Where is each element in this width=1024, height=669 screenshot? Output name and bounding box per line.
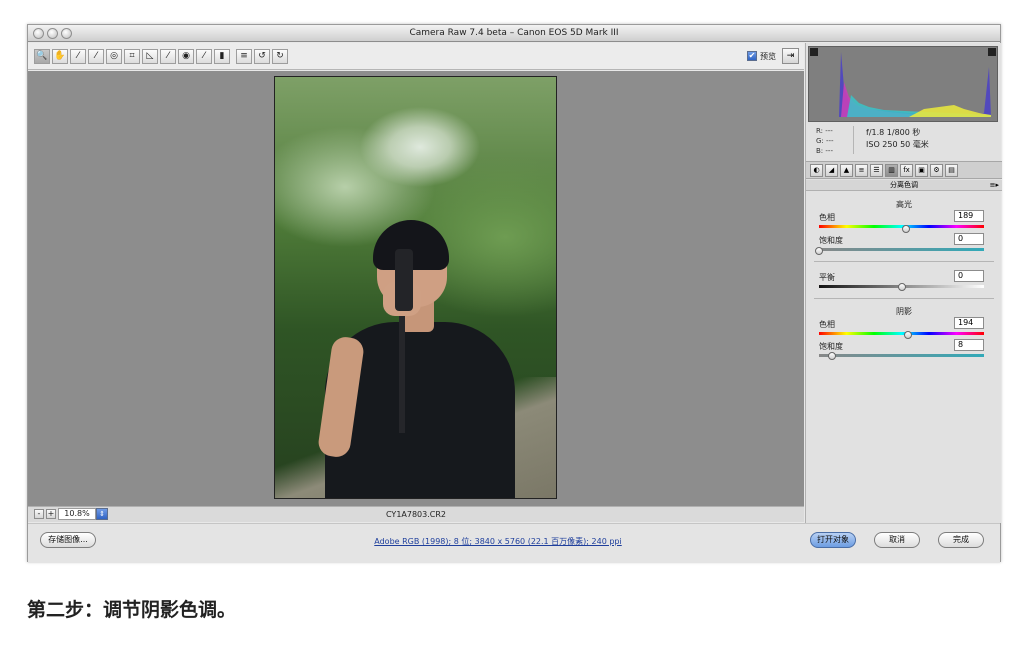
preferences-tool-button[interactable]: ≡ bbox=[236, 49, 252, 64]
highlights-saturation-thumb[interactable] bbox=[815, 247, 823, 255]
close-window-button[interactable] bbox=[33, 28, 44, 39]
highlights-section-label: 高光 bbox=[896, 200, 912, 209]
histogram-graph bbox=[839, 52, 991, 117]
status-bar: - + 10.8% ⇕ CY1A7803.CR2 bbox=[28, 506, 804, 522]
adjustment-panel-tabs: ◐ ◢ ▲ ≡ ☰ ▥ fx ▣ ⚙ ▤ bbox=[806, 161, 1002, 179]
rotate-left-tool-button[interactable]: ↺ bbox=[254, 49, 270, 64]
red-readout: R: --- bbox=[816, 127, 833, 135]
balance-slider[interactable] bbox=[819, 283, 984, 291]
exif-info: f/1.8 1/800 秒 ISO 250 50 毫米 bbox=[866, 127, 929, 151]
green-readout: G: --- bbox=[816, 137, 834, 145]
highlight-clipping-warning-icon[interactable] bbox=[988, 48, 996, 56]
save-image-button[interactable]: 存储图像... bbox=[40, 532, 96, 548]
image-canvas[interactable] bbox=[28, 71, 804, 506]
aperture-shutter-info: f/1.8 1/800 秒 bbox=[866, 128, 921, 137]
shadows-section-label: 阴影 bbox=[896, 307, 912, 316]
rotate-right-tool-button[interactable]: ↻ bbox=[272, 49, 288, 64]
toolbar: ✔ 预览 ⇥ 🔍 ✋ ⁄ ⁄ ◎ ⌗ ◺ ⁄ ◉ ⁄ ▮ ≡ ↺ ↻ bbox=[28, 43, 804, 70]
shadows-hue-slider[interactable] bbox=[819, 331, 984, 339]
straighten-tool-button[interactable]: ◺ bbox=[142, 49, 158, 64]
blue-readout: B: --- bbox=[816, 147, 833, 155]
balance-thumb[interactable] bbox=[897, 283, 906, 291]
panel-tab-2[interactable]: ◢ bbox=[825, 164, 838, 177]
panel-header: 分离色调 ≡▸ bbox=[806, 180, 1002, 191]
highlights-hue-thumb[interactable] bbox=[901, 225, 910, 233]
section-divider bbox=[814, 298, 994, 299]
panel-tab-10[interactable]: ▤ bbox=[945, 164, 958, 177]
panel-tab-7[interactable]: fx bbox=[900, 164, 913, 177]
file-name: CY1A7803.CR2 bbox=[385, 510, 447, 519]
fullscreen-toggle-button[interactable]: ⇥ bbox=[782, 48, 799, 64]
histogram-yellow-channel bbox=[909, 105, 991, 117]
section-divider bbox=[814, 261, 994, 262]
info-divider bbox=[853, 126, 854, 154]
balance-label: 平衡 bbox=[819, 273, 835, 282]
crop-tool-button[interactable]: ⌗ bbox=[124, 49, 140, 64]
photo-preview bbox=[274, 76, 557, 499]
panel-tab-5[interactable]: ☰ bbox=[870, 164, 883, 177]
camera-raw-window: Camera Raw 7.4 beta – Canon EOS 5D Mark … bbox=[27, 24, 1002, 563]
photo-camera-strap bbox=[399, 313, 405, 433]
spot-removal-tool-button[interactable]: ⁄ bbox=[160, 49, 176, 64]
workflow-options-link[interactable]: Adobe RGB (1998); 8 位; 3840 x 5760 (22.1… bbox=[348, 536, 648, 547]
zoom-tool-button[interactable]: 🔍 bbox=[34, 49, 50, 64]
panel-menu-icon[interactable]: ≡▸ bbox=[990, 180, 999, 191]
shadows-saturation-label: 饱和度 bbox=[819, 342, 843, 351]
photo-camera bbox=[395, 249, 413, 311]
panel-tab-4[interactable]: ≡ bbox=[855, 164, 868, 177]
cancel-button[interactable]: 取消 bbox=[874, 532, 920, 548]
window-title: Camera Raw 7.4 beta – Canon EOS 5D Mark … bbox=[409, 28, 619, 38]
shadows-hue-field[interactable]: 194 bbox=[954, 317, 984, 329]
panel-tab-8[interactable]: ▣ bbox=[915, 164, 928, 177]
highlights-saturation-label: 饱和度 bbox=[819, 236, 843, 245]
balance-field[interactable]: 0 bbox=[954, 270, 984, 282]
color-sampler-tool-button[interactable]: ⁄ bbox=[88, 49, 104, 64]
shadows-hue-label: 色相 bbox=[819, 320, 835, 329]
shadows-saturation-thumb[interactable] bbox=[828, 352, 837, 360]
white-balance-tool-button[interactable]: ⁄ bbox=[70, 49, 86, 64]
shadows-saturation-slider[interactable] bbox=[819, 352, 984, 360]
highlights-hue-field[interactable]: 189 bbox=[954, 210, 984, 222]
panel-tab-3[interactable]: ▲ bbox=[840, 164, 853, 177]
hand-tool-button[interactable]: ✋ bbox=[52, 49, 68, 64]
right-panel: R: --- G: --- B: --- f/1.8 1/800 秒 ISO 2… bbox=[805, 43, 1002, 523]
panel-tab-1[interactable]: ◐ bbox=[810, 164, 823, 177]
panel-title: 分离色调 bbox=[890, 181, 918, 189]
panel-tab-6[interactable]: ▥ bbox=[885, 164, 898, 177]
highlights-hue-label: 色相 bbox=[819, 213, 835, 222]
footer-bar: 存储图像... Adobe RGB (1998); 8 位; 3840 x 57… bbox=[28, 523, 1000, 563]
preview-label: 预览 bbox=[760, 52, 776, 61]
graduated-filter-tool-button[interactable]: ▮ bbox=[214, 49, 230, 64]
histogram bbox=[808, 46, 998, 122]
preview-checkbox[interactable]: ✔ bbox=[747, 51, 757, 61]
zoom-window-button[interactable] bbox=[61, 28, 72, 39]
minimize-window-button[interactable] bbox=[47, 28, 58, 39]
iso-focal-info: ISO 250 50 毫米 bbox=[866, 140, 929, 149]
step-caption: 第二步：调节阴影色调。 bbox=[27, 599, 237, 621]
open-object-button[interactable]: 打开对象 bbox=[810, 532, 856, 548]
highlights-saturation-field[interactable]: 0 bbox=[954, 233, 984, 245]
targeted-adjustment-tool-button[interactable]: ◎ bbox=[106, 49, 122, 64]
shadow-clipping-warning-icon[interactable] bbox=[810, 48, 818, 56]
highlights-saturation-slider[interactable] bbox=[815, 247, 984, 255]
shadows-hue-thumb[interactable] bbox=[903, 331, 912, 339]
adjustment-brush-tool-button[interactable]: ⁄ bbox=[196, 49, 212, 64]
shadows-saturation-field[interactable]: 8 bbox=[954, 339, 984, 351]
highlights-hue-slider[interactable] bbox=[819, 225, 984, 233]
panel-tab-9[interactable]: ⚙ bbox=[930, 164, 943, 177]
red-eye-tool-button[interactable]: ◉ bbox=[178, 49, 194, 64]
title-bar: Camera Raw 7.4 beta – Canon EOS 5D Mark … bbox=[28, 25, 1000, 42]
rgb-readout: R: --- G: --- B: --- bbox=[816, 126, 834, 156]
done-button[interactable]: 完成 bbox=[938, 532, 984, 548]
